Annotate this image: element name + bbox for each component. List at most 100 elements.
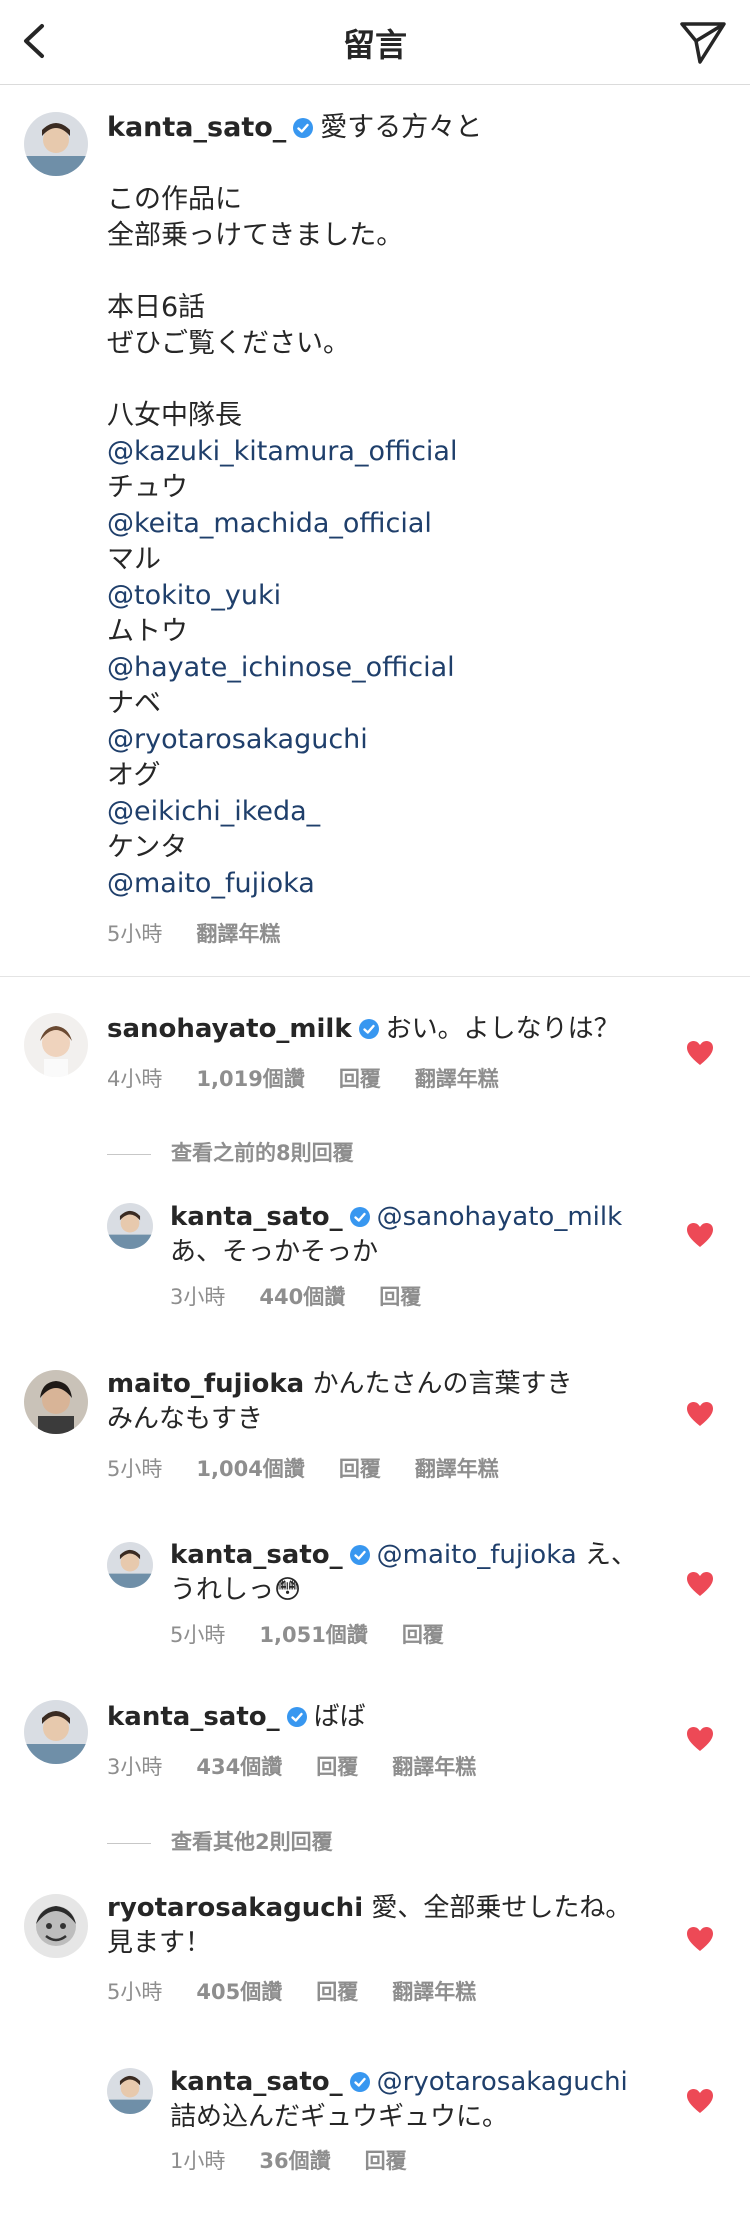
comment-text: 詰め込んだギュウギュウに。 [170,2102,509,2132]
caption-line: マル [107,544,161,575]
caption-line: オグ [107,760,161,791]
verified-badge-icon [286,1707,307,1727]
timestamp: 5小時 [170,1623,226,1647]
direct-send-icon[interactable] [678,18,728,66]
mention-link[interactable]: @keita_machida_official [107,506,707,542]
timestamp: 4小時 [107,1067,163,1091]
reply-comment: kanta_sato_ @ryotarosakaguchi 詰め込んだギュウギュウ… [170,2065,628,2135]
comment-text: 見ます！ [107,1928,212,1958]
translate-button[interactable]: 翻譯年糕 [392,1751,476,1781]
view-more-replies[interactable]: 查看其他2則回覆 [107,1826,333,1856]
reply-button[interactable]: 回覆 [379,1281,421,1311]
comment: maito_fujioka かんたさんの言葉すき みんなもすき [107,1367,572,1437]
avatar[interactable] [24,1894,88,1958]
reply-button[interactable]: 回覆 [316,1751,358,1781]
caption-line: ぜひご覧ください。 [107,328,350,359]
caption-line: ナベ [107,688,161,719]
likes-count[interactable]: 36個讚 [259,2145,330,2175]
reply-button[interactable]: 回覆 [402,1619,444,1649]
comment-meta: 5小時 1,004個讚 回覆 翻譯年糕 [107,1453,533,1483]
comment: sanohayato_milk おい。よしなりは？ [107,1012,620,1047]
verified-badge-icon [358,1019,379,1039]
translate-button[interactable]: 翻譯年糕 [415,1453,499,1483]
heart-like-icon[interactable] [686,1040,714,1066]
comment-text: かんたさんの言葉すき [312,1369,573,1399]
comment-text: ばば [313,1702,366,1732]
mention-link[interactable]: @eikichi_ikeda_ [107,794,707,830]
mention-link[interactable]: @sanohayato_milk [377,1202,623,1232]
comment: kanta_sato_ ばば [107,1700,366,1735]
caption-line: 本日6話 [107,292,206,323]
comment-username[interactable]: kanta_sato_ [170,2067,343,2097]
avatar[interactable] [107,2068,153,2114]
verified-badge-icon [349,2072,370,2092]
caption-line [107,254,707,290]
avatar[interactable] [24,1700,88,1764]
post-caption: kanta_sato_ 愛する方々と この作品に 全部乗っけてきました。 本日6話… [107,110,707,902]
heart-like-icon[interactable] [686,1401,714,1427]
mention-link[interactable]: @kazuki_kitamura_official [107,434,707,470]
likes-count[interactable]: 405個讚 [196,1976,282,2006]
comment-username[interactable]: kanta_sato_ [107,1702,280,1732]
likes-count[interactable]: 1,019個讚 [196,1063,304,1093]
caption-line: 八女中隊長 [107,400,242,431]
comment-text: みんなもすき [107,1404,264,1434]
avatar[interactable] [24,1370,88,1434]
timestamp: 5小時 [107,1980,163,2004]
comment-meta: 1小時 36個讚 回覆 [170,2145,441,2175]
divider [0,976,750,977]
comment-meta: 3小時 440個讚 回覆 [170,1281,455,1311]
caption-line: ムトウ [107,616,188,647]
mention-link[interactable]: @hayate_ichinose_official [107,650,707,686]
timestamp: 3小時 [170,1285,226,1309]
reply-button[interactable]: 回覆 [339,1453,381,1483]
avatar[interactable] [107,1542,153,1588]
mention-link[interactable]: @ryotarosakaguchi [107,722,707,758]
caption-line: 全部乗っけてきました。 [107,220,404,251]
translate-button[interactable]: 翻譯年糕 [392,1976,476,2006]
heart-like-icon[interactable] [686,1926,714,1952]
comment-username[interactable]: kanta_sato_ [170,1540,343,1570]
likes-count[interactable]: 1,051個讚 [259,1619,367,1649]
likes-count[interactable]: 440個讚 [259,1281,345,1311]
mention-link[interactable]: @maito_fujioka [107,866,707,902]
avatar[interactable] [107,1203,153,1249]
likes-count[interactable]: 434個讚 [196,1751,282,1781]
likes-count[interactable]: 1,004個讚 [196,1453,304,1483]
translate-button[interactable]: 翻譯年糕 [415,1063,499,1093]
avatar[interactable] [24,1013,88,1077]
reply-comment: kanta_sato_ @sanohayato_milk あ、そっかそっか [170,1200,622,1270]
comment-meta: 5小時 1,051個讚 回覆 [170,1619,478,1649]
top-bar: 留言 [0,0,750,85]
comment-meta: 3小時 434個讚 回覆 翻譯年糕 [107,1751,510,1781]
mention-link[interactable]: @tokito_yuki [107,578,707,614]
translate-button[interactable]: 翻譯年糕 [196,918,280,948]
comment-text: え、 [576,1540,638,1570]
heart-like-icon[interactable] [686,1726,714,1752]
caption-meta: 5小時 翻譯年糕 [107,918,314,948]
heart-like-icon[interactable] [686,1571,714,1597]
comment-username[interactable]: ryotarosakaguchi [107,1893,363,1923]
reply-button[interactable]: 回覆 [316,1976,358,2006]
comment-username[interactable]: maito_fujioka [107,1369,304,1399]
comment-meta: 5小時 405個讚 回覆 翻譯年糕 [107,1976,510,2006]
heart-like-icon[interactable] [686,2088,714,2114]
reply-button[interactable]: 回覆 [365,2145,407,2175]
caption-username[interactable]: kanta_sato_ [107,112,286,143]
mention-link[interactable]: @maito_fujioka [377,1540,577,1570]
comment: ryotarosakaguchi 愛、全部乗せしたね。 見ます！ [107,1891,631,1961]
verified-badge-icon [293,118,314,138]
view-more-replies[interactable]: 查看之前的8則回覆 [107,1137,354,1167]
comment-username[interactable]: kanta_sato_ [170,1202,343,1232]
mention-link[interactable]: @ryotarosakaguchi [377,2067,628,2097]
avatar[interactable] [24,112,88,176]
page-title: 留言 [342,26,407,64]
caption-line: この作品に [107,184,242,215]
reply-button[interactable]: 回覆 [339,1063,381,1093]
comment-username[interactable]: sanohayato_milk [107,1014,352,1044]
divider [107,1153,151,1155]
caption-line: チュウ [107,472,188,503]
caption-line: ケンタ [107,832,188,863]
comment-text: うれしっ😳 [170,1575,302,1605]
heart-like-icon[interactable] [686,1222,714,1248]
